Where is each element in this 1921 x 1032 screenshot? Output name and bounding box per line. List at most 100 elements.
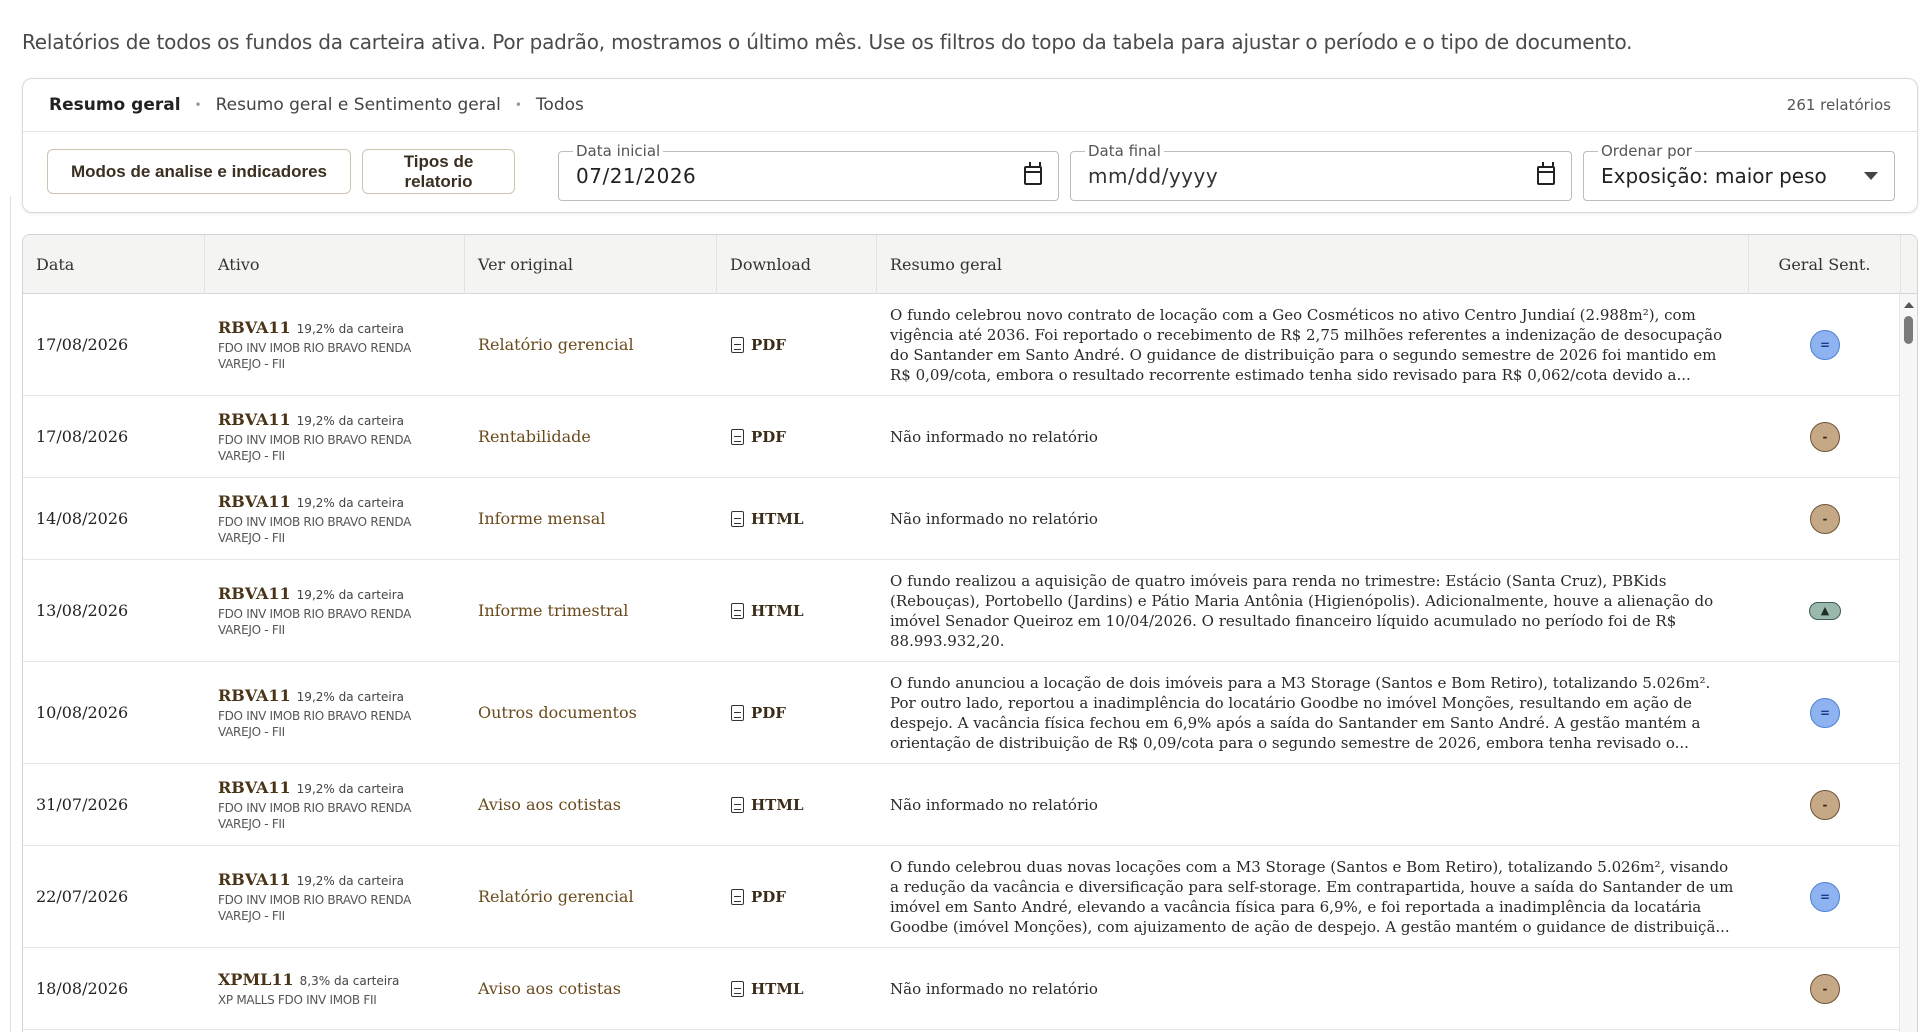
calendar-icon[interactable] [1537,162,1555,185]
fund-name: FDO INV IMOB RIO BRAVO RENDA VAREJO - FI… [218,708,411,739]
filter-controls: Modos de analise e indicadores Tipos de … [23,132,1917,214]
summary-line: 88.993.932,20. [890,631,1005,650]
download-link[interactable]: PDF [717,662,877,763]
download-link[interactable]: PDF [717,396,877,477]
table-row[interactable]: 17/08/2026 RBVA11 19,2% da carteira FDO INV… [23,396,1901,478]
sentiment-badge: ▲ [1809,601,1841,620]
asset-ticker[interactable]: RBVA11 [218,778,291,797]
row-sentiment: - [1749,764,1901,845]
view-original-link[interactable]: Aviso aos cotistas [465,764,717,845]
row-date: 13/08/2026 [36,601,129,620]
download-link[interactable]: HTML [717,560,877,661]
download-format[interactable]: HTML [751,602,804,620]
asset-weight: 19,2% da carteira [296,873,404,888]
row-asset[interactable]: RBVA11 19,2% da carteira FDO INV IMOB RIO … [205,294,465,395]
row-sentiment: - [1749,478,1901,559]
view-original-link[interactable]: Rentabilidade [465,396,717,477]
fund-name: FDO INV IMOB RIO BRAVO RENDA VAREJO - FI… [218,800,411,831]
view-original-link[interactable]: Relatório gerencial [465,294,717,395]
download-format[interactable]: PDF [751,336,786,354]
download-format[interactable]: PDF [751,428,786,446]
asset-weight: 8,3% da carteira [299,973,400,988]
download-link[interactable]: PDF [717,294,877,395]
page-left-edge [10,196,11,1032]
start-date-value[interactable]: 07/21/2026 [576,164,696,188]
analysis-modes-button[interactable]: Modos de analise e indicadores [47,149,351,194]
download-format[interactable]: PDF [751,704,786,722]
row-sentiment: - [1749,396,1901,477]
filter-panel: Resumo geral • Resumo geral e Sentimento… [22,78,1918,213]
order-by-value[interactable]: Exposição: maior peso [1601,164,1827,188]
chevron-down-icon[interactable] [1864,172,1878,180]
scroll-up-arrow-icon[interactable] [1904,302,1914,308]
table-scrollbar[interactable] [1899,294,1917,1032]
column-header-asset[interactable]: Ativo [205,235,465,294]
row-asset[interactable]: RBVA11 19,2% da carteira FDO INV IMOB RIO … [205,478,465,559]
breadcrumb-types[interactable]: Todos [536,95,584,115]
asset-weight: 19,2% da carteira [296,413,404,428]
view-original-link[interactable]: Aviso aos cotistas [465,948,717,1029]
download-format[interactable]: HTML [751,980,804,998]
view-original-link[interactable]: Informe trimestral [465,560,717,661]
row-sentiment: = [1749,294,1901,395]
scrollbar-thumb[interactable] [1904,316,1913,344]
breadcrumb-view[interactable]: Resumo geral [49,95,181,115]
row-asset[interactable]: RBVA11 19,2% da carteira FDO INV IMOB RIO … [205,560,465,661]
column-header-summary[interactable]: Resumo geral [877,235,1749,294]
summary-line: Não informado no relatório [890,509,1098,528]
table-row[interactable]: 17/08/2026 RBVA11 19,2% da carteira FDO INV… [23,294,1901,396]
row-summary: O fundo realizou a aquisição de quatro i… [877,560,1749,661]
download-format[interactable]: HTML [751,796,804,814]
download-link[interactable]: HTML [717,764,877,845]
table-row[interactable]: 14/08/2026 RBVA11 19,2% da carteira FDO INV… [23,478,1901,560]
download-format[interactable]: HTML [751,510,804,528]
column-header-date[interactable]: Data [23,235,205,294]
download-format[interactable]: PDF [751,888,786,906]
asset-ticker[interactable]: RBVA11 [218,870,291,889]
sentiment-badge: - [1810,503,1840,534]
end-date-field[interactable]: Data final mm/dd/yyyy [1070,142,1572,201]
sentiment-badge: = [1810,881,1840,912]
column-header-sentiment[interactable]: Geral Sent. [1749,235,1901,294]
view-original-link[interactable]: Outros documentos [465,662,717,763]
download-link[interactable]: HTML [717,478,877,559]
calendar-icon[interactable] [1024,162,1042,185]
column-header-original[interactable]: Ver original [465,235,717,294]
row-asset[interactable]: XPML11 8,3% da carteira XP MALLS FDO INV I… [205,948,465,1029]
summary-line: orientação de distribuição de R$ 0,09/co… [890,733,1689,752]
asset-ticker[interactable]: RBVA11 [218,410,291,429]
summary-line: O fundo celebrou novo contrato de locaçã… [890,305,1696,324]
row-summary: Não informado no relatório [877,948,1749,1029]
asset-ticker[interactable]: RBVA11 [218,492,291,511]
column-header-download[interactable]: Download [717,235,877,294]
asset-ticker[interactable]: XPML11 [218,970,294,989]
table-row[interactable]: 18/08/2026 XPML11 8,3% da carteira XP MALLS… [23,948,1901,1030]
row-asset[interactable]: RBVA11 19,2% da carteira FDO INV IMOB RIO … [205,662,465,763]
sentiment-badge: = [1810,329,1840,360]
summary-line: (Rebouças), Portobello (Jardins) e Pátio… [890,591,1714,610]
download-link[interactable]: PDF [717,846,877,947]
asset-ticker[interactable]: RBVA11 [218,584,291,603]
end-date-placeholder[interactable]: mm/dd/yyyy [1088,164,1218,188]
asset-ticker[interactable]: RBVA11 [218,686,291,705]
breadcrumb-indicators[interactable]: Resumo geral e Sentimento geral [216,95,501,115]
row-sentiment: ▲ [1749,560,1901,661]
view-original-link[interactable]: Informe mensal [465,478,717,559]
table-row[interactable]: 13/08/2026 RBVA11 19,2% da carteira FDO INV… [23,560,1901,662]
row-sentiment: = [1749,846,1901,947]
asset-ticker[interactable]: RBVA11 [218,318,291,337]
row-date: 17/08/2026 [36,335,129,354]
report-types-button[interactable]: Tipos de relatorio [362,149,515,194]
table-row[interactable]: 10/08/2026 RBVA11 19,2% da carteira FDO INV… [23,662,1901,764]
table-row[interactable]: 31/07/2026 RBVA11 19,2% da carteira FDO INV… [23,764,1901,846]
download-link[interactable]: HTML [717,948,877,1029]
start-date-field[interactable]: Data inicial 07/21/2026 [558,142,1059,201]
row-asset[interactable]: RBVA11 19,2% da carteira FDO INV IMOB RIO … [205,396,465,477]
row-asset[interactable]: RBVA11 19,2% da carteira FDO INV IMOB RIO … [205,764,465,845]
view-original-link[interactable]: Relatório gerencial [465,846,717,947]
sentiment-badge: - [1810,789,1840,820]
pdf-file-icon [731,704,744,721]
row-asset[interactable]: RBVA11 19,2% da carteira FDO INV IMOB RIO … [205,846,465,947]
order-by-select[interactable]: Ordenar por Exposição: maior peso [1583,142,1895,201]
table-row[interactable]: 22/07/2026 RBVA11 19,2% da carteira FDO INV… [23,846,1901,948]
